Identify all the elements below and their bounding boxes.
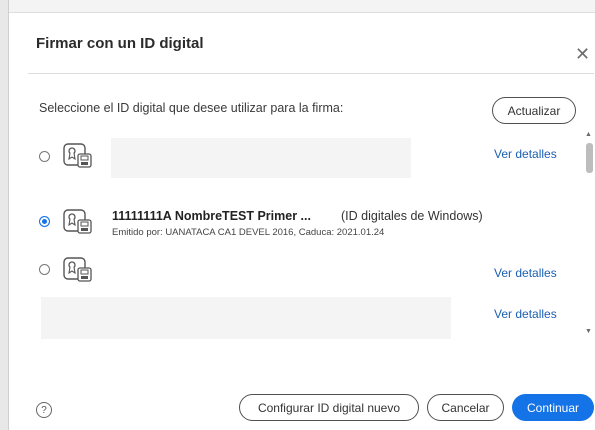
scroll-thumb[interactable] (586, 143, 593, 173)
certificate-icon (63, 143, 92, 168)
configure-digital-id-button[interactable]: Configurar ID digital nuevo (239, 394, 419, 421)
digital-id-list: Ver detalles 11111111A NombreTEST Primer… (39, 133, 579, 341)
sign-dialog: Firmar con un ID digital ✕ Seleccione el… (9, 13, 595, 430)
cancel-button[interactable]: Cancelar (427, 394, 504, 421)
instruction-text: Seleccione el ID digital que desee utili… (39, 101, 344, 115)
redacted-id-name (111, 138, 411, 178)
window-top-strip (0, 0, 595, 13)
title-divider (28, 73, 594, 74)
scroll-down-icon[interactable]: ▼ (585, 328, 592, 335)
close-icon[interactable]: ✕ (575, 45, 590, 63)
refresh-button[interactable]: Actualizar (492, 97, 576, 124)
details-link-3[interactable]: Ver detalles (494, 266, 557, 280)
list-item-id-2[interactable]: 11111111A NombreTEST Primer ... (ID digi… (39, 201, 579, 251)
radio-id-2[interactable] (39, 216, 50, 227)
certificate-icon (63, 257, 92, 282)
list-item-id-4[interactable]: Ver detalles (39, 293, 579, 341)
redacted-id-row (41, 297, 451, 339)
help-icon[interactable]: ? (36, 402, 52, 418)
id-type: (ID digitales de Windows) (341, 209, 483, 223)
continue-button[interactable]: Continuar (512, 394, 594, 421)
list-item-id-3[interactable]: Ver detalles (39, 251, 579, 291)
window-left-edge (0, 0, 9, 430)
radio-id-3[interactable] (39, 264, 50, 275)
certificate-icon (63, 209, 92, 234)
list-scrollbar[interactable]: ▲ ▼ (584, 131, 594, 339)
scroll-up-icon[interactable]: ▲ (585, 131, 592, 138)
details-link-1[interactable]: Ver detalles (494, 147, 557, 161)
id-name: 11111111A NombreTEST Primer ... (112, 209, 311, 223)
radio-id-1[interactable] (39, 151, 50, 162)
list-item-id-1[interactable]: Ver detalles (39, 133, 579, 183)
dialog-title: Firmar con un ID digital (36, 35, 204, 52)
details-link-4[interactable]: Ver detalles (494, 307, 557, 321)
id-issuer: Emitido por: UANATACA CA1 DEVEL 2016, Ca… (112, 227, 385, 238)
